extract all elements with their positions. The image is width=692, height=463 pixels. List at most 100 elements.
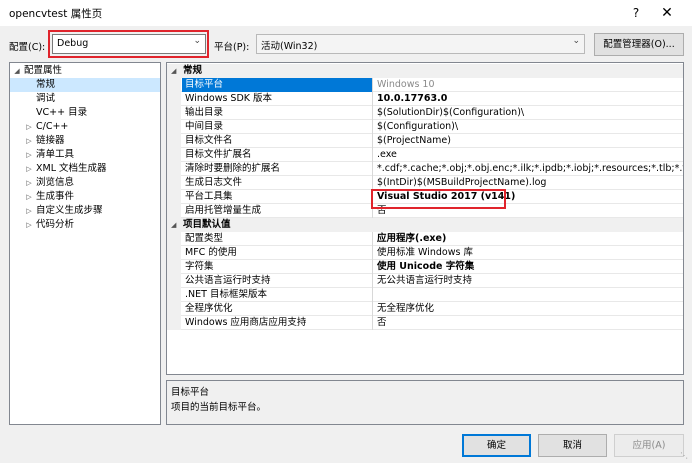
grid-property-name: 目标平台 bbox=[182, 78, 373, 92]
tree-item-label: 生成事件 bbox=[36, 191, 75, 202]
grid-property-value[interactable]: Windows 10 bbox=[374, 78, 683, 92]
triangle-right-icon[interactable]: ▷ bbox=[24, 162, 34, 176]
ok-button[interactable]: 确定 bbox=[462, 434, 531, 457]
grid-category-label: 常规 bbox=[183, 65, 203, 76]
grid-property-name: Windows 应用商店应用支持 bbox=[182, 316, 373, 330]
grid-property-name: MFC 的使用 bbox=[182, 246, 373, 260]
triangle-right-icon[interactable]: ▷ bbox=[24, 176, 34, 190]
tree-item[interactable]: 调试 bbox=[10, 92, 160, 106]
triangle-down-icon[interactable]: ◢ bbox=[171, 64, 176, 78]
tree-item[interactable]: ▷ XML 文档生成器 bbox=[10, 162, 160, 176]
description-panel: 目标平台 项目的当前目标平台。 bbox=[166, 380, 684, 425]
grid-property-row[interactable]: MFC 的使用 使用标准 Windows 库 bbox=[167, 246, 683, 260]
grid-property-row[interactable]: 生成日志文件 $(IntDir)$(MSBuildProjectName).log bbox=[167, 176, 683, 190]
triangle-right-icon[interactable]: ▷ bbox=[24, 148, 34, 162]
grid-property-row[interactable]: 目标平台 Windows 10 bbox=[167, 78, 683, 92]
grid-property-name: 中间目录 bbox=[182, 120, 373, 134]
triangle-right-icon[interactable]: ▷ bbox=[24, 204, 34, 218]
tree-item-label: 调试 bbox=[36, 93, 56, 104]
property-tree[interactable]: ◢ 配置属性 常规 调试 VC++ 目录 ▷ C/C++ ▷ 链接器 ▷ 清单工具 ▷ XML 文档生成… bbox=[9, 62, 161, 425]
grid-property-name: 全程序优化 bbox=[182, 302, 373, 316]
tree-item[interactable]: ▷ 浏览信息 bbox=[10, 176, 160, 190]
tree-item[interactable]: ▷ 清单工具 bbox=[10, 148, 160, 162]
grid-property-row[interactable]: 公共语言运行时支持 无公共语言运行时支持 bbox=[167, 274, 683, 288]
grid-category[interactable]: ◢ 常规 bbox=[167, 64, 683, 78]
description-text: 项目的当前目标平台。 bbox=[171, 402, 267, 413]
grid-property-value[interactable]: 使用标准 Windows 库 bbox=[374, 246, 683, 260]
grid-gutter bbox=[167, 120, 181, 134]
tree-item-label: C/C++ bbox=[36, 121, 69, 132]
grid-property-name: 配置类型 bbox=[182, 232, 373, 246]
platform-select[interactable]: 活动(Win32) ⌄ bbox=[256, 34, 585, 54]
triangle-right-icon[interactable]: ▷ bbox=[24, 190, 34, 204]
triangle-down-icon[interactable]: ◢ bbox=[12, 64, 22, 78]
tree-item[interactable]: ▷ 自定义生成步骤 bbox=[10, 204, 160, 218]
grid-category[interactable]: ◢ 项目默认值 bbox=[167, 218, 683, 232]
tree-item[interactable]: ▷ C/C++ bbox=[10, 120, 160, 134]
grid-property-value[interactable]: *.cdf;*.cache;*.obj;*.obj.enc;*.ilk;*.ip… bbox=[374, 162, 683, 176]
toolset-highlight-box bbox=[371, 189, 506, 209]
window-title: opencvtest 属性页 bbox=[9, 8, 103, 20]
tree-item[interactable]: 常规 bbox=[10, 78, 160, 92]
tree-item[interactable]: VC++ 目录 bbox=[10, 106, 160, 120]
grid-property-value[interactable]: 10.0.17763.0 bbox=[374, 92, 683, 106]
grid-gutter bbox=[167, 274, 181, 288]
grid-property-value[interactable]: $(Configuration)\ bbox=[374, 120, 683, 134]
grid-gutter bbox=[167, 246, 181, 260]
grid-gutter bbox=[167, 106, 181, 120]
platform-label: 平台(P): bbox=[214, 42, 250, 53]
grid-property-value[interactable]: $(IntDir)$(MSBuildProjectName).log bbox=[374, 176, 683, 190]
triangle-down-icon[interactable]: ◢ bbox=[171, 218, 176, 232]
tree-item[interactable]: ▷ 代码分析 bbox=[10, 218, 160, 232]
triangle-right-icon[interactable]: ▷ bbox=[24, 120, 34, 134]
tree-item[interactable]: ▷ 生成事件 bbox=[10, 190, 160, 204]
grid-property-value[interactable]: 使用 Unicode 字符集 bbox=[374, 260, 683, 274]
tree-item-label: VC++ 目录 bbox=[36, 107, 88, 118]
tree-item-label: 清单工具 bbox=[36, 149, 75, 160]
property-grid[interactable]: ◢ 常规目标平台 Windows 10 Windows SDK 版本 10.0.1776… bbox=[166, 62, 684, 375]
grid-property-row[interactable]: 输出目录 $(SolutionDir)$(Configuration)\ bbox=[167, 106, 683, 120]
grid-property-value[interactable]: $(ProjectName) bbox=[374, 134, 683, 148]
help-button[interactable]: ? bbox=[626, 3, 646, 23]
grid-property-value[interactable]: 否 bbox=[374, 316, 683, 330]
grid-property-row[interactable]: Windows SDK 版本 10.0.17763.0 bbox=[167, 92, 683, 106]
grid-gutter bbox=[167, 204, 181, 218]
chevron-down-icon: ⌄ bbox=[572, 36, 580, 46]
grid-property-row[interactable]: 字符集 使用 Unicode 字符集 bbox=[167, 260, 683, 274]
grid-property-row[interactable]: .NET 目标框架版本 bbox=[167, 288, 683, 302]
grid-property-name: 启用托管增量生成 bbox=[182, 204, 373, 218]
grid-property-row[interactable]: 目标文件扩展名 .exe bbox=[167, 148, 683, 162]
grid-property-row[interactable]: 目标文件名 $(ProjectName) bbox=[167, 134, 683, 148]
grid-property-value[interactable]: 应用程序(.exe) bbox=[374, 232, 683, 246]
grid-property-row[interactable]: 清除时要删除的扩展名 *.cdf;*.cache;*.obj;*.obj.enc;… bbox=[167, 162, 683, 176]
apply-button[interactable]: 应用(A) bbox=[614, 434, 684, 457]
config-manager-button[interactable]: 配置管理器(O)... bbox=[594, 33, 684, 56]
tree-item-label: 配置属性 bbox=[24, 65, 63, 76]
grid-property-row[interactable]: Windows 应用商店应用支持否 bbox=[167, 316, 683, 330]
grid-property-name: 生成日志文件 bbox=[182, 176, 373, 190]
grid-property-value[interactable]: $(SolutionDir)$(Configuration)\ bbox=[374, 106, 683, 120]
grid-property-row[interactable]: 全程序优化 无全程序优化 bbox=[167, 302, 683, 316]
tree-item-label: 自定义生成步骤 bbox=[36, 205, 103, 216]
grid-gutter bbox=[167, 92, 181, 106]
grid-property-name: Windows SDK 版本 bbox=[182, 92, 373, 106]
grid-property-name: 平台工具集 bbox=[182, 190, 373, 204]
triangle-right-icon[interactable]: ▷ bbox=[24, 134, 34, 148]
triangle-right-icon[interactable]: ▷ bbox=[24, 218, 34, 232]
tree-item[interactable]: ◢ 配置属性 bbox=[10, 64, 160, 78]
grid-property-row[interactable]: 配置类型 应用程序(.exe) bbox=[167, 232, 683, 246]
close-button[interactable]: ✕ bbox=[655, 3, 679, 23]
cancel-button[interactable]: 取消 bbox=[538, 434, 607, 457]
grid-gutter bbox=[167, 316, 181, 330]
grid-property-value[interactable] bbox=[374, 288, 683, 302]
grid-property-value[interactable]: .exe bbox=[374, 148, 683, 162]
tree-item[interactable]: ▷ 链接器 bbox=[10, 134, 160, 148]
grid-gutter bbox=[167, 232, 181, 246]
grid-property-row[interactable]: 中间目录 $(Configuration)\ bbox=[167, 120, 683, 134]
grid-gutter bbox=[167, 162, 181, 176]
grid-gutter bbox=[167, 78, 181, 92]
grid-property-value[interactable]: 无全程序优化 bbox=[374, 302, 683, 316]
grid-property-value[interactable]: 无公共语言运行时支持 bbox=[374, 274, 683, 288]
resize-grip-icon[interactable]: ⋱ bbox=[680, 451, 690, 461]
grid-gutter bbox=[167, 260, 181, 274]
